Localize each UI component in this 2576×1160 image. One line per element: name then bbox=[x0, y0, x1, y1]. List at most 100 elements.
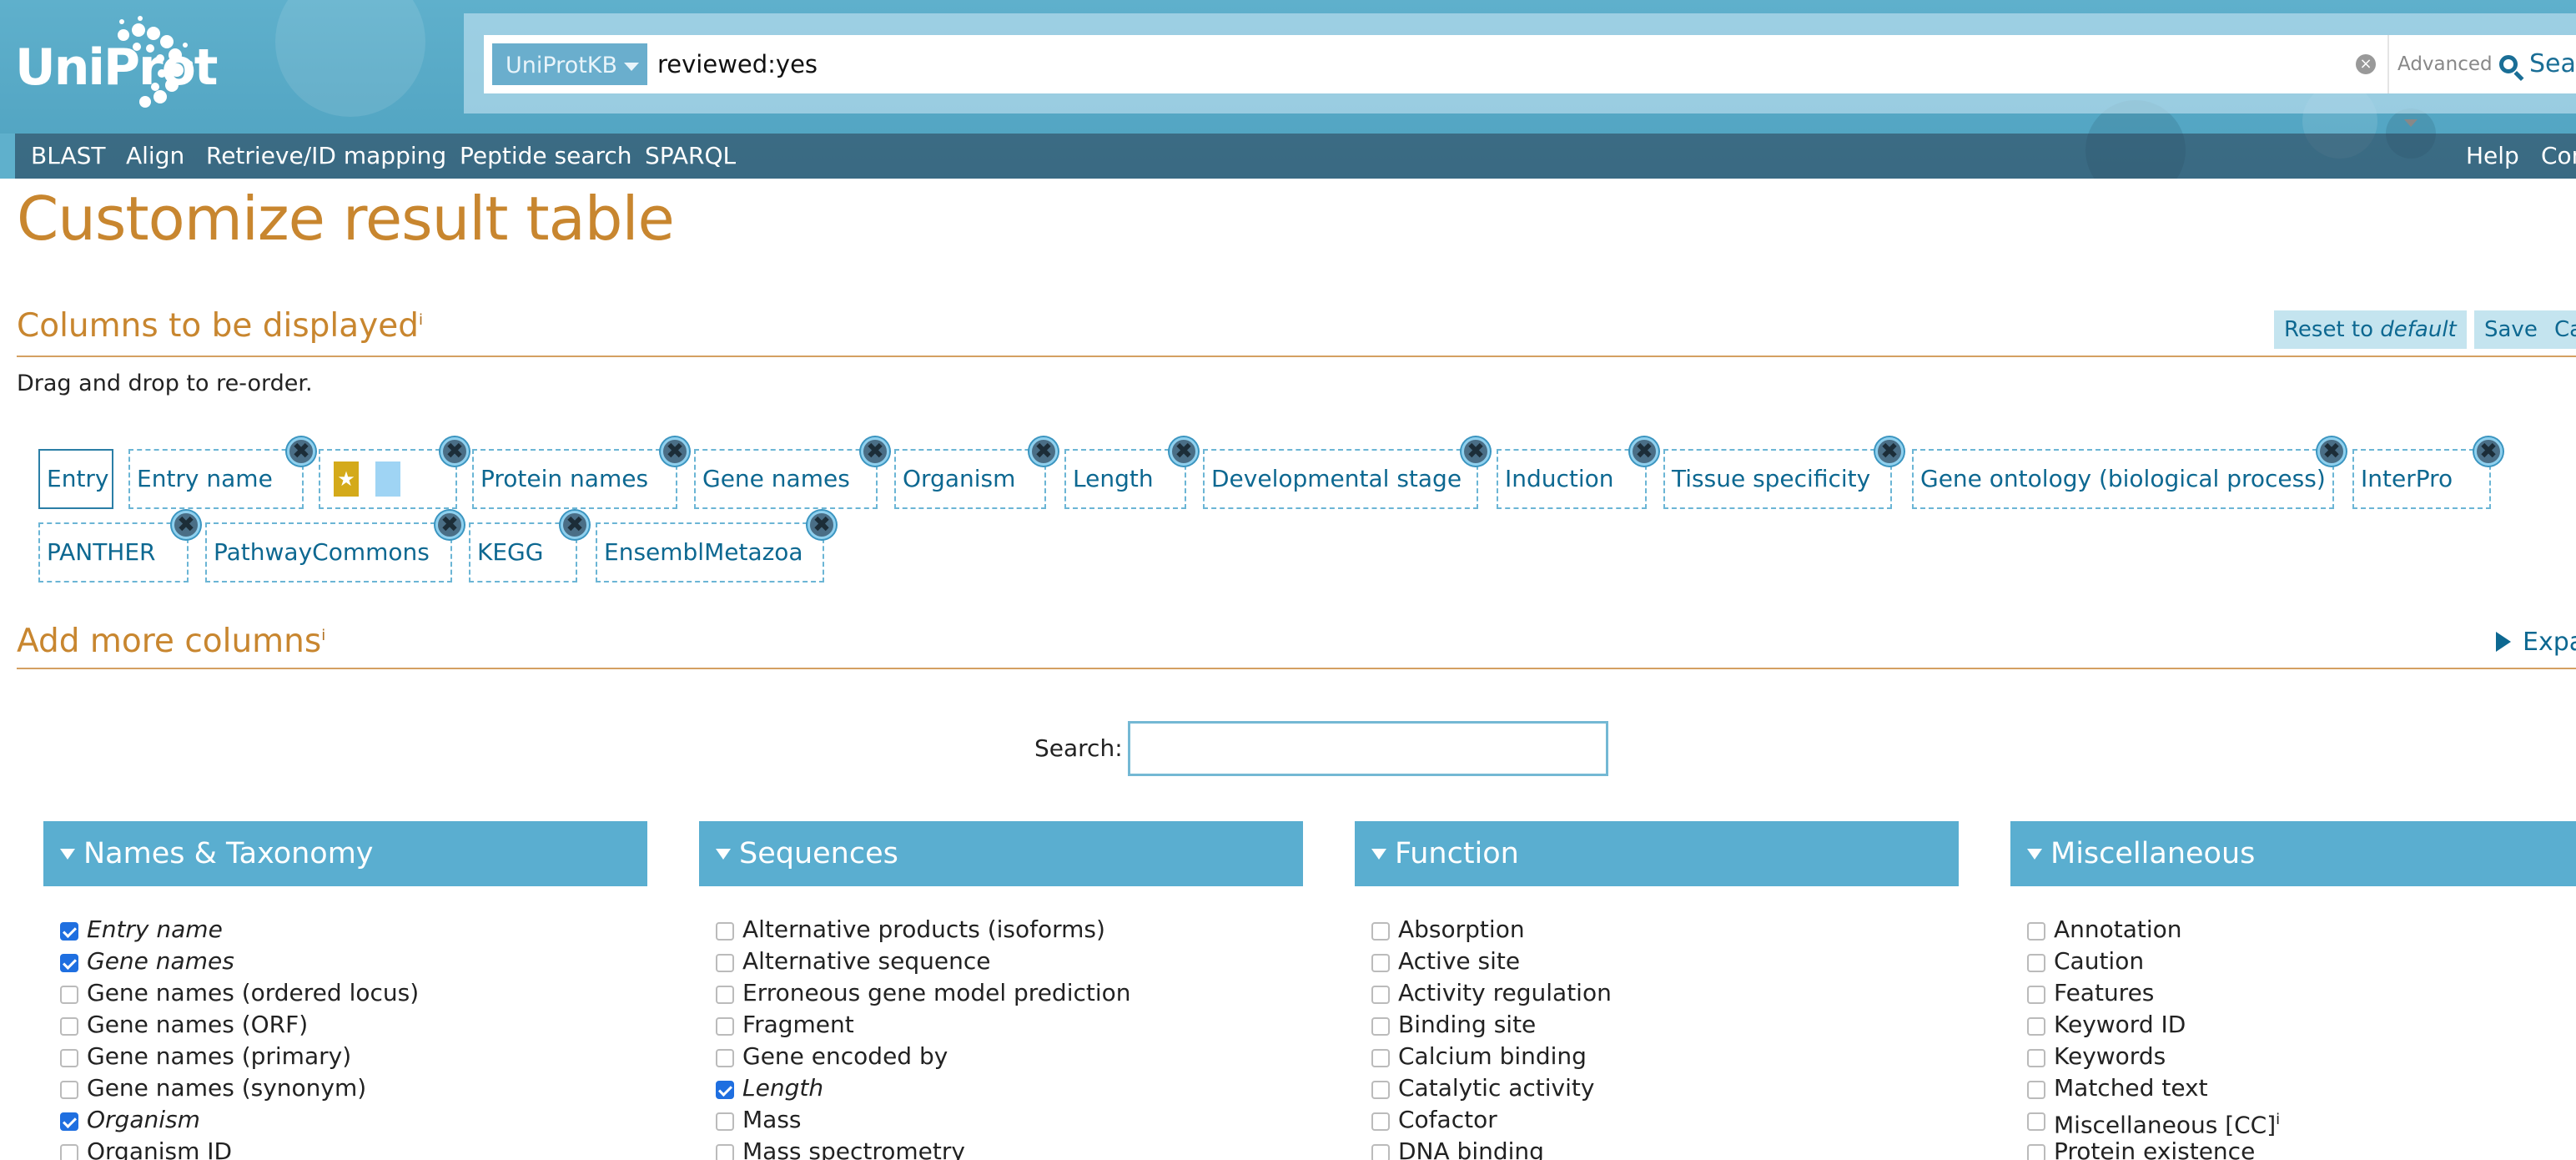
column-checkbox[interactable] bbox=[716, 1112, 734, 1131]
remove-column-icon[interactable]: ✖ bbox=[2474, 437, 2503, 466]
column-chip[interactable]: Organism ✖ bbox=[894, 437, 1058, 509]
remove-column-icon[interactable]: ✖ bbox=[172, 511, 200, 539]
column-option-label[interactable]: Protein existence bbox=[2054, 1136, 2255, 1160]
column-option-label[interactable]: Catalytic activity bbox=[1398, 1072, 1594, 1104]
column-checkbox[interactable] bbox=[60, 954, 78, 972]
column-chip[interactable]: KEGG ✖ bbox=[469, 511, 589, 583]
remove-column-icon[interactable]: ✖ bbox=[1875, 437, 1904, 466]
column-option-label[interactable]: Cofactor bbox=[1398, 1104, 1497, 1136]
group-header[interactable]: Miscellaneous bbox=[2010, 821, 2576, 886]
remove-column-icon[interactable]: ✖ bbox=[1170, 437, 1198, 466]
column-option-label[interactable]: Mass bbox=[742, 1104, 802, 1136]
column-chip[interactable]: Protein names ✖ bbox=[472, 437, 689, 509]
column-option-label[interactable]: Length bbox=[742, 1072, 823, 1104]
info-icon[interactable]: i bbox=[419, 311, 423, 329]
column-option-label[interactable]: Gene names (ordered locus) bbox=[87, 977, 419, 1009]
info-icon[interactable]: i bbox=[2276, 1111, 2280, 1128]
column-checkbox[interactable] bbox=[1371, 954, 1390, 972]
column-checkbox[interactable] bbox=[2027, 1017, 2045, 1036]
remove-column-icon[interactable]: ✖ bbox=[1630, 437, 1658, 466]
column-option-label[interactable]: Keywords bbox=[2054, 1041, 2166, 1072]
clear-icon[interactable]: × bbox=[2356, 54, 2376, 74]
remove-column-icon[interactable]: ✖ bbox=[2317, 437, 2346, 466]
column-option-label[interactable]: Active site bbox=[1398, 946, 1520, 977]
column-option-label[interactable]: Mass spectrometry bbox=[742, 1136, 965, 1160]
remove-column-icon[interactable]: ✖ bbox=[435, 511, 464, 539]
column-chip[interactable]: Tissue specificity ✖ bbox=[1663, 437, 1904, 509]
nav-help[interactable]: Help bbox=[2466, 134, 2519, 179]
column-checkbox[interactable] bbox=[2027, 986, 2045, 1004]
remove-column-icon[interactable]: ✖ bbox=[1462, 437, 1490, 466]
column-chip[interactable]: EnsemblMetazoa ✖ bbox=[596, 511, 836, 583]
group-header[interactable]: Function bbox=[1355, 821, 1959, 886]
column-option-label[interactable]: Activity regulation bbox=[1398, 977, 1612, 1009]
column-checkbox[interactable] bbox=[2027, 1144, 2045, 1160]
column-option-label[interactable]: Alternative sequence bbox=[742, 946, 990, 977]
column-option-label[interactable]: Gene names (ORF) bbox=[87, 1009, 308, 1041]
column-chip[interactable]: Gene ontology (biological process) ✖ bbox=[1912, 437, 2346, 509]
remove-column-icon[interactable]: ✖ bbox=[661, 437, 689, 466]
column-chip[interactable]: Entry bbox=[38, 449, 113, 509]
column-option-label[interactable]: Keyword ID bbox=[2054, 1009, 2186, 1041]
remove-column-icon[interactable]: ✖ bbox=[561, 511, 589, 539]
column-chip[interactable]: PANTHER ✖ bbox=[38, 511, 200, 583]
column-checkbox[interactable] bbox=[716, 1017, 734, 1036]
column-checkbox[interactable] bbox=[2027, 922, 2045, 941]
column-option-label[interactable]: Organism ID bbox=[87, 1136, 232, 1160]
column-checkbox[interactable] bbox=[1371, 1049, 1390, 1067]
column-option-label[interactable]: Alternative products (isoforms) bbox=[742, 914, 1105, 946]
reset-default-button[interactable]: Reset to default bbox=[2274, 310, 2467, 349]
column-chip[interactable]: Entry name ✖ bbox=[128, 437, 315, 509]
column-option-label[interactable]: Fragment bbox=[742, 1009, 854, 1041]
uniprot-logo[interactable]: UniProt bbox=[15, 12, 218, 112]
column-checkbox[interactable] bbox=[1371, 1017, 1390, 1036]
nav-sparql[interactable]: SPARQL bbox=[645, 134, 736, 179]
column-checkbox[interactable] bbox=[716, 1049, 734, 1067]
column-checkbox[interactable] bbox=[2027, 954, 2045, 972]
column-checkbox[interactable] bbox=[716, 922, 734, 941]
column-chip[interactable]: Developmental stage ✖ bbox=[1203, 437, 1490, 509]
cancel-button[interactable]: Cancel bbox=[2544, 310, 2576, 349]
column-chip[interactable]: Length ✖ bbox=[1064, 437, 1198, 509]
column-checkbox[interactable] bbox=[2027, 1112, 2045, 1131]
column-search-input[interactable] bbox=[1128, 721, 1608, 776]
column-checkbox[interactable] bbox=[716, 1144, 734, 1160]
column-checkbox[interactable] bbox=[716, 954, 734, 972]
column-checkbox[interactable] bbox=[1371, 986, 1390, 1004]
column-chip[interactable]: PathwayCommons ✖ bbox=[205, 511, 464, 583]
column-option-label[interactable]: Erroneous gene model prediction bbox=[742, 977, 1131, 1009]
column-option-label[interactable]: Annotation bbox=[2054, 914, 2182, 946]
column-chip[interactable]: InterPro ✖ bbox=[2352, 437, 2503, 509]
column-option-label[interactable]: Gene names (primary) bbox=[87, 1041, 351, 1072]
database-select[interactable]: UniProtKB bbox=[491, 42, 649, 87]
column-option-label[interactable]: Matched text bbox=[2054, 1072, 2208, 1104]
nav-blast[interactable]: BLAST bbox=[31, 134, 105, 179]
nav-contact[interactable]: Contact bbox=[2541, 134, 2576, 179]
remove-column-icon[interactable]: ✖ bbox=[808, 511, 836, 539]
group-header[interactable]: Sequences bbox=[699, 821, 1303, 886]
nav-align[interactable]: Align bbox=[126, 134, 184, 179]
expand-all-toggle[interactable]: Expand all bbox=[2496, 628, 2576, 657]
column-checkbox[interactable] bbox=[60, 922, 78, 941]
nav-peptide-search[interactable]: Peptide search bbox=[460, 134, 632, 179]
remove-column-icon[interactable]: ✖ bbox=[440, 437, 469, 466]
column-option-label[interactable]: Entry name bbox=[87, 914, 223, 946]
info-icon[interactable]: i bbox=[321, 627, 325, 644]
column-chip[interactable]: ★ ✖ bbox=[319, 437, 469, 509]
column-option-label[interactable]: Absorption bbox=[1398, 914, 1525, 946]
column-checkbox[interactable] bbox=[60, 1144, 78, 1160]
column-checkbox[interactable] bbox=[1371, 1081, 1390, 1099]
column-option-label[interactable]: Gene names bbox=[87, 946, 234, 977]
column-checkbox[interactable] bbox=[1371, 922, 1390, 941]
column-checkbox[interactable] bbox=[60, 1017, 78, 1036]
column-checkbox[interactable] bbox=[716, 1081, 734, 1099]
nav-retrieve-id-mapping[interactable]: Retrieve/ID mapping bbox=[206, 134, 446, 179]
remove-column-icon[interactable]: ✖ bbox=[287, 437, 315, 466]
search-button[interactable]: Search bbox=[2491, 35, 2576, 93]
column-chip[interactable]: Induction ✖ bbox=[1497, 437, 1658, 509]
column-chip[interactable]: Gene names ✖ bbox=[694, 437, 889, 509]
column-option-label[interactable]: Organism bbox=[87, 1104, 200, 1136]
column-checkbox[interactable] bbox=[60, 1112, 78, 1131]
group-header[interactable]: Names & Taxonomy bbox=[43, 821, 647, 886]
column-checkbox[interactable] bbox=[2027, 1081, 2045, 1099]
